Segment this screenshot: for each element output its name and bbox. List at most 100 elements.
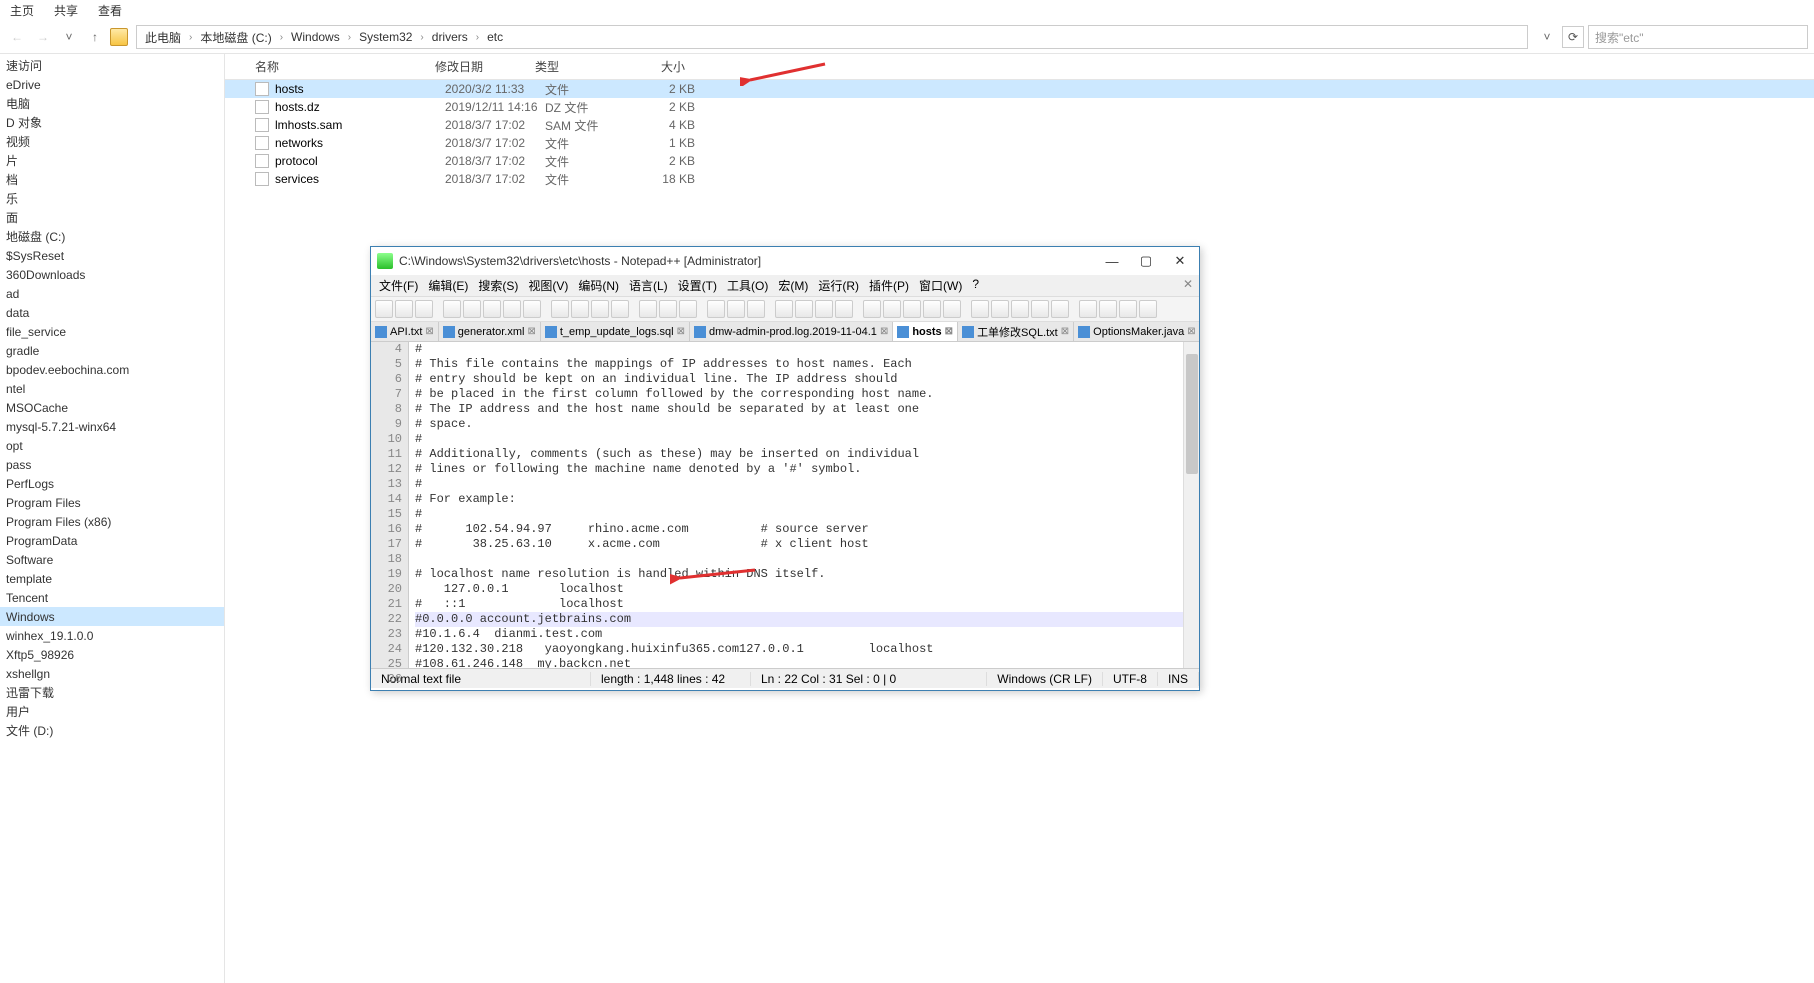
- file-row[interactable]: lmhosts.sam2018/3/7 17:02SAM 文件4 KB: [225, 116, 1814, 134]
- toolbar-button[interactable]: [443, 300, 461, 318]
- nav-back-button[interactable]: ←: [6, 26, 28, 48]
- toolbar-button[interactable]: [1031, 300, 1049, 318]
- code-line[interactable]: # space.: [415, 417, 1183, 432]
- col-header-type[interactable]: 类型: [535, 58, 625, 75]
- sidebar-item[interactable]: template: [0, 569, 224, 588]
- sidebar-item[interactable]: Program Files: [0, 493, 224, 512]
- toolbar-button[interactable]: [707, 300, 725, 318]
- editor-tab[interactable]: t_emp_update_logs.sql⊠: [541, 322, 690, 341]
- breadcrumb[interactable]: 此电脑›本地磁盘 (C:)›Windows›System32›drivers›e…: [136, 25, 1528, 49]
- sidebar-item[interactable]: ntel: [0, 379, 224, 398]
- sidebar-item[interactable]: 迅雷下载: [0, 683, 224, 702]
- code-line[interactable]: # Additionally, comments (such as these)…: [415, 447, 1183, 462]
- toolbar-button[interactable]: [991, 300, 1009, 318]
- sidebar-item[interactable]: Program Files (x86): [0, 512, 224, 531]
- editor-tab[interactable]: API.txt⊠: [371, 322, 439, 341]
- sidebar-item[interactable]: opt: [0, 436, 224, 455]
- explorer-menu-item[interactable]: 主页: [10, 2, 34, 19]
- toolbar-button[interactable]: [463, 300, 481, 318]
- minimize-button[interactable]: —: [1099, 251, 1125, 271]
- sidebar-item[interactable]: 档: [0, 170, 224, 189]
- nav-recent-dropdown[interactable]: ˅: [58, 26, 80, 48]
- toolbar-button[interactable]: [551, 300, 569, 318]
- code-line[interactable]: # localhost name resolution is handled w…: [415, 567, 1183, 582]
- code-line[interactable]: #: [415, 432, 1183, 447]
- toolbar-button[interactable]: [503, 300, 521, 318]
- toolbar-button[interactable]: [923, 300, 941, 318]
- breadcrumb-segment[interactable]: Windows: [287, 30, 344, 44]
- toolbar-button[interactable]: [591, 300, 609, 318]
- code-line[interactable]: # This file contains the mappings of IP …: [415, 357, 1183, 372]
- code-line[interactable]: [415, 552, 1183, 567]
- code-line[interactable]: # 102.54.94.97 rhino.acme.com # source s…: [415, 522, 1183, 537]
- sidebar-item[interactable]: 速访问: [0, 56, 224, 75]
- menu-item[interactable]: 编辑(E): [428, 277, 468, 294]
- code-line[interactable]: # entry should be kept on an individual …: [415, 372, 1183, 387]
- sidebar-item[interactable]: xshellgn: [0, 664, 224, 683]
- sidebar-item[interactable]: Software: [0, 550, 224, 569]
- code-line[interactable]: 127.0.0.1 localhost: [415, 582, 1183, 597]
- toolbar-button[interactable]: [571, 300, 589, 318]
- menu-item[interactable]: 工具(O): [727, 277, 768, 294]
- editor[interactable]: 4567891011121314151617181920212223242526…: [371, 342, 1199, 668]
- sidebar-item[interactable]: ProgramData: [0, 531, 224, 550]
- scrollbar-thumb[interactable]: [1186, 354, 1198, 474]
- sidebar-item[interactable]: winhex_19.1.0.0: [0, 626, 224, 645]
- nav-up-button[interactable]: ↑: [84, 26, 106, 48]
- sidebar-item[interactable]: 片: [0, 151, 224, 170]
- toolbar-button[interactable]: [903, 300, 921, 318]
- sidebar-item[interactable]: 用户: [0, 702, 224, 721]
- code-line[interactable]: #0.0.0.0 account.jetbrains.com: [415, 612, 1183, 627]
- toolbar-button[interactable]: [1139, 300, 1157, 318]
- sidebar-item[interactable]: 视频: [0, 132, 224, 151]
- sidebar-item[interactable]: Tencent: [0, 588, 224, 607]
- menu-item[interactable]: 宏(M): [778, 277, 808, 294]
- breadcrumb-segment[interactable]: drivers: [428, 30, 472, 44]
- explorer-menu-item[interactable]: 查看: [98, 2, 122, 19]
- editor-tab[interactable]: dmw-admin-prod.log.2019-11-04.1⊠: [690, 322, 893, 341]
- sidebar-item[interactable]: eDrive: [0, 75, 224, 94]
- sidebar-item[interactable]: bpodev.eebochina.com: [0, 360, 224, 379]
- toolbar-button[interactable]: [863, 300, 881, 318]
- search-input[interactable]: 搜索"etc": [1588, 25, 1808, 49]
- toolbar-button[interactable]: [1079, 300, 1097, 318]
- code-line[interactable]: #: [415, 342, 1183, 357]
- toolbar-button[interactable]: [659, 300, 677, 318]
- tab-close-icon[interactable]: ⊠: [945, 326, 953, 337]
- toolbar-button[interactable]: [883, 300, 901, 318]
- editor-tab[interactable]: generator.xml⊠: [439, 322, 541, 341]
- sidebar-item[interactable]: Xftp5_98926: [0, 645, 224, 664]
- toolbar-button[interactable]: [415, 300, 433, 318]
- explorer-menu-item[interactable]: 共享: [54, 2, 78, 19]
- maximize-button[interactable]: ▢: [1133, 251, 1159, 271]
- col-header-date[interactable]: 修改日期: [435, 58, 535, 75]
- menu-item[interactable]: 设置(T): [678, 277, 717, 294]
- code-line[interactable]: # ::1 localhost: [415, 597, 1183, 612]
- editor-tab[interactable]: 工单修改SQL.txt⊠: [958, 322, 1074, 341]
- toolbar-button[interactable]: [395, 300, 413, 318]
- toolbar-button[interactable]: [943, 300, 961, 318]
- vertical-scrollbar[interactable]: [1183, 342, 1199, 668]
- sidebar-item[interactable]: ad: [0, 284, 224, 303]
- toolbar-button[interactable]: [1099, 300, 1117, 318]
- code-line[interactable]: #: [415, 477, 1183, 492]
- menu-item[interactable]: 编码(N): [578, 277, 619, 294]
- sidebar-item[interactable]: PerfLogs: [0, 474, 224, 493]
- close-doc-button[interactable]: ✕: [1183, 277, 1193, 291]
- sidebar-item[interactable]: 文件 (D:): [0, 721, 224, 740]
- breadcrumb-segment[interactable]: 此电脑: [141, 29, 185, 46]
- toolbar-button[interactable]: [815, 300, 833, 318]
- menu-item[interactable]: 运行(R): [818, 277, 859, 294]
- sidebar-item[interactable]: MSOCache: [0, 398, 224, 417]
- tab-close-icon[interactable]: ⊠: [527, 326, 535, 337]
- breadcrumb-segment[interactable]: 本地磁盘 (C:): [196, 29, 275, 46]
- col-header-size[interactable]: 大小: [625, 58, 695, 75]
- code-line[interactable]: #10.1.6.4 dianmi.test.com: [415, 627, 1183, 642]
- toolbar-button[interactable]: [1119, 300, 1137, 318]
- sidebar-item[interactable]: 乐: [0, 189, 224, 208]
- column-headers[interactable]: 名称 修改日期 类型 大小: [225, 54, 1814, 80]
- sidebar-item[interactable]: gradle: [0, 341, 224, 360]
- code-line[interactable]: # The IP address and the host name shoul…: [415, 402, 1183, 417]
- sidebar-item[interactable]: mysql-5.7.21-winx64: [0, 417, 224, 436]
- code-line[interactable]: # 38.25.63.10 x.acme.com # x client host: [415, 537, 1183, 552]
